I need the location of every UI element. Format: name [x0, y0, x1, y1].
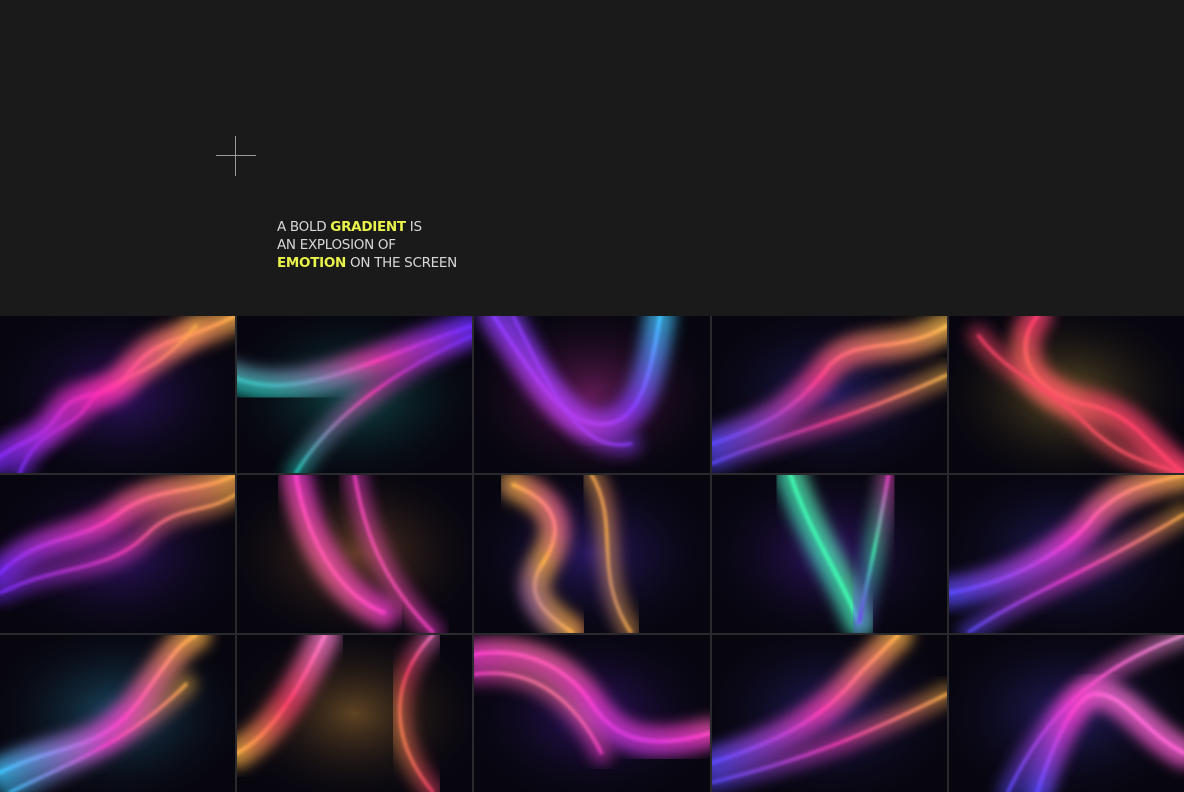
- gradient-tile-5: [948, 316, 1184, 474]
- plus-icon: [216, 136, 256, 176]
- gradient-tile-6: [0, 475, 236, 633]
- hero-header: A BOLD GRADIENT IS AN EXPLOSION OF EMOTI…: [0, 0, 1184, 316]
- gradient-tile-12: [237, 634, 473, 792]
- gradient-tile-13: [474, 634, 710, 792]
- tagline-text: AN EXPLOSION OF: [277, 237, 396, 253]
- gradient-tile-7: [237, 475, 473, 633]
- gradient-tile-14: [711, 634, 947, 792]
- tagline-text: IS: [405, 219, 422, 235]
- gradient-tile-2: [237, 316, 473, 474]
- gradient-tile-8: [474, 475, 710, 633]
- tagline-text: A BOLD: [277, 219, 331, 235]
- gradient-tile-10: [948, 475, 1184, 633]
- gradient-tile-4: [711, 316, 947, 474]
- gradient-tile-1: [0, 316, 236, 474]
- tagline-highlight-emotion: EMOTION: [277, 255, 347, 271]
- gradient-tile-9: [711, 475, 947, 633]
- gradient-tile-11: [0, 634, 236, 792]
- tagline-highlight-gradient: GRADIENT: [330, 219, 406, 235]
- tagline-text: ON THE SCREEN: [346, 255, 457, 271]
- gradient-tile-3: [474, 316, 710, 474]
- tagline: A BOLD GRADIENT IS AN EXPLOSION OF EMOTI…: [277, 218, 457, 272]
- gradient-tile-15: [948, 634, 1184, 792]
- gradient-gallery: [0, 316, 1184, 792]
